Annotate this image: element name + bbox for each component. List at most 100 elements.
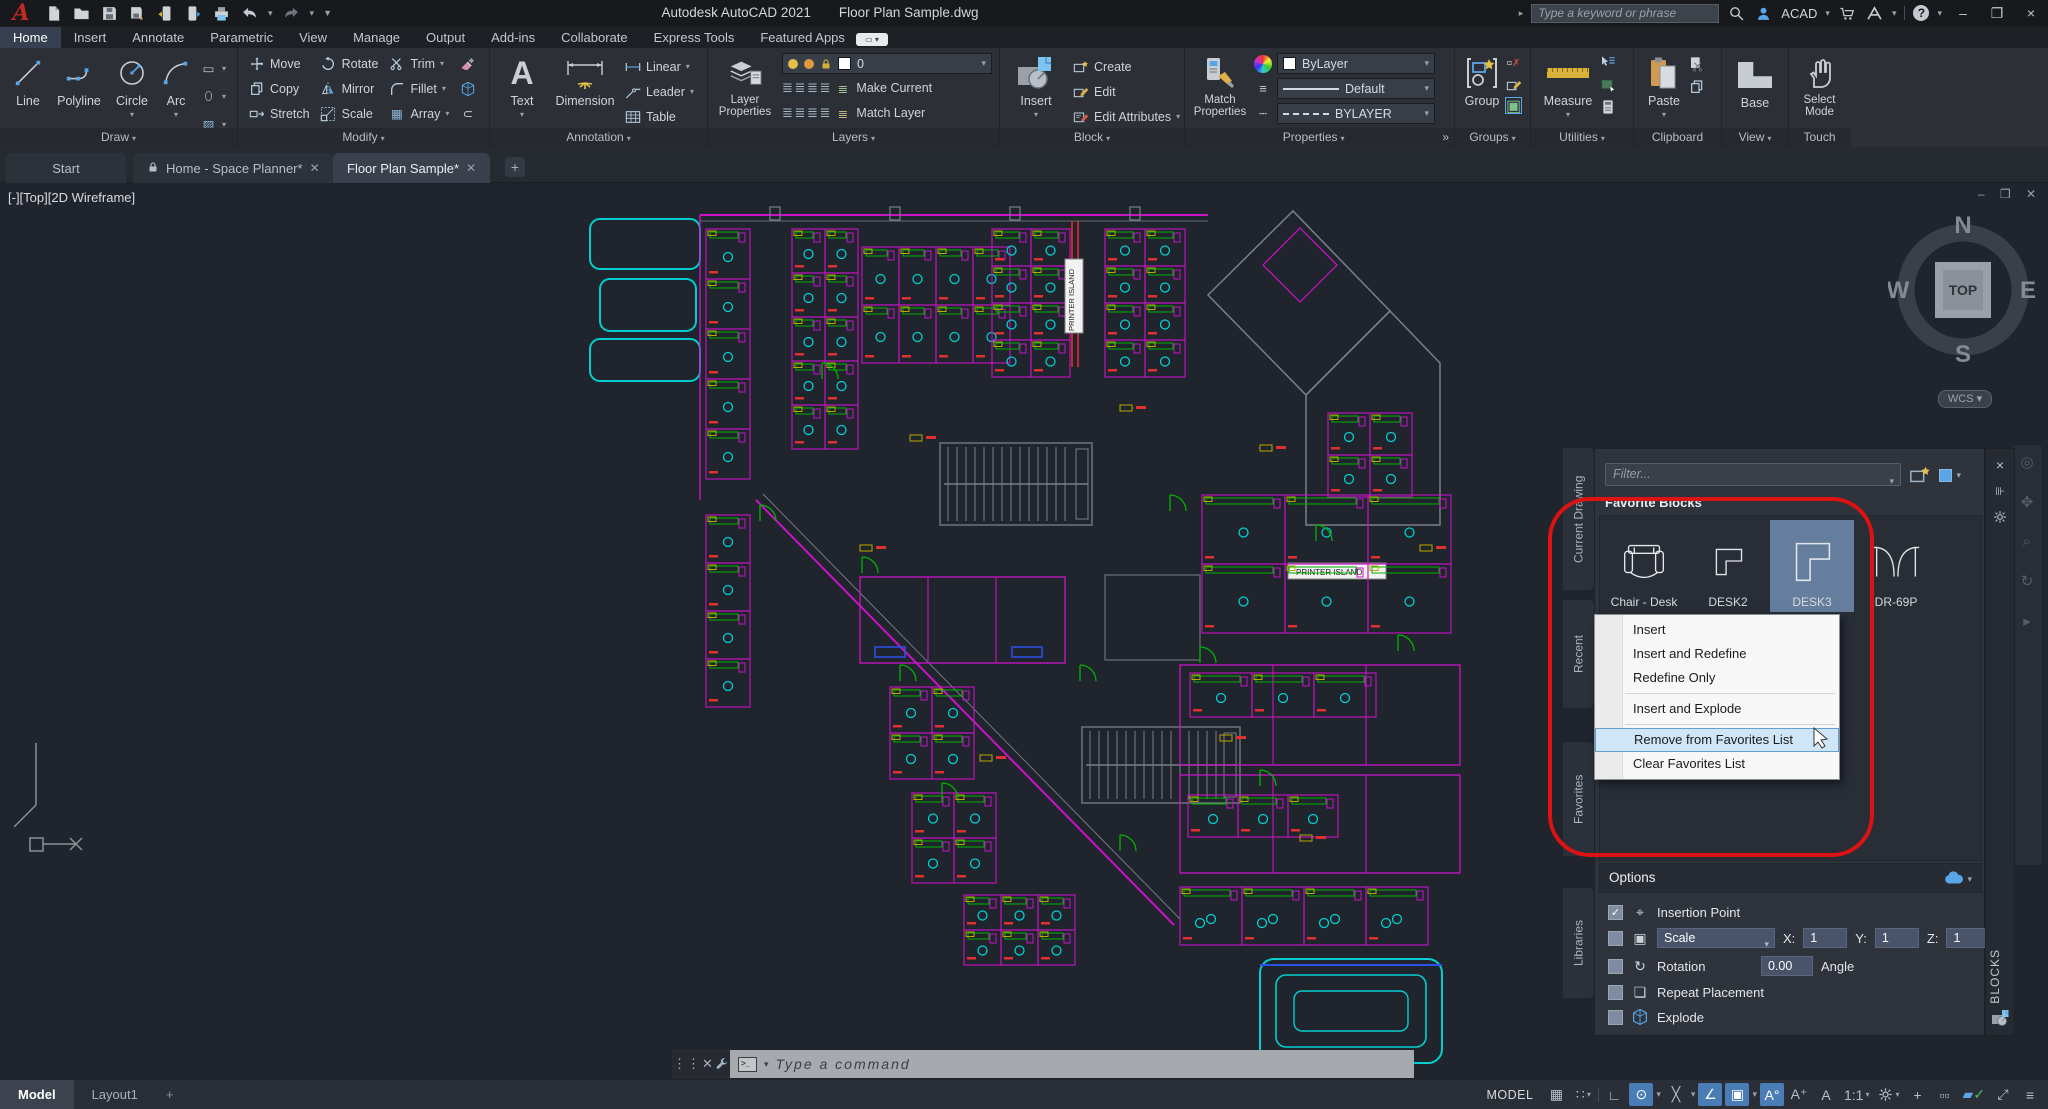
isolate-objects-icon[interactable]: ▫▫ bbox=[1932, 1083, 1956, 1106]
match-layer-button[interactable]: ≣ ≣ ≣ ≣≣Match Layer bbox=[782, 102, 992, 124]
palette-tab-libraries[interactable]: Libraries bbox=[1563, 888, 1594, 998]
viewcube[interactable]: TOP N S W E bbox=[1888, 210, 2038, 370]
panel-label-clipboard[interactable]: Clipboard bbox=[1634, 128, 1721, 147]
rectangle-tool[interactable]: ▭▾ bbox=[200, 56, 226, 81]
cloud-options-icon[interactable] bbox=[1944, 871, 1964, 885]
group-edit-icon[interactable] bbox=[1505, 76, 1522, 93]
table-tool[interactable]: Table bbox=[624, 104, 694, 129]
palette-tab-current-drawing[interactable]: Current Drawing bbox=[1563, 448, 1594, 590]
help-icon[interactable]: ? bbox=[1913, 5, 1929, 21]
block-tile-chair-desk[interactable]: Chair - Desk bbox=[1602, 520, 1686, 612]
annotation-monitor-icon[interactable]: + bbox=[1905, 1083, 1929, 1106]
layer-properties-button[interactable]: Layer Properties bbox=[714, 50, 776, 124]
scale-z-input[interactable]: 1 bbox=[1946, 928, 1990, 948]
new-layout-button[interactable]: + bbox=[156, 1087, 184, 1102]
panel-label-draw[interactable]: Draw▾ bbox=[0, 128, 237, 147]
layout1-tab[interactable]: Layout1 bbox=[74, 1080, 156, 1109]
osnap-dropdown[interactable]: ▾ bbox=[1752, 1089, 1757, 1100]
isometric-drafting-icon[interactable]: ╳ bbox=[1664, 1083, 1688, 1106]
auto-hide-icon[interactable]: ⊪ bbox=[1995, 485, 2005, 498]
annotation-visibility-icon[interactable]: A° bbox=[1760, 1083, 1784, 1106]
tab-featured-apps[interactable]: Featured Apps bbox=[747, 27, 858, 48]
group-select-toggle-icon[interactable]: ▣ bbox=[1505, 97, 1522, 114]
panel-label-utilities[interactable]: Utilities▾ bbox=[1531, 128, 1633, 147]
lineweight-dropdown[interactable]: Default▾ bbox=[1277, 78, 1435, 99]
rotate-tool[interactable]: Rotate bbox=[320, 51, 379, 76]
autoscale-annotation-icon[interactable]: A⁺ bbox=[1787, 1083, 1811, 1106]
layer-dropdown[interactable]: 0 ▾ bbox=[782, 53, 992, 74]
block-tile-desk3[interactable]: DESK3 bbox=[1770, 520, 1854, 612]
clean-screen-icon[interactable]: ⤢ bbox=[1991, 1083, 2015, 1106]
model-tab[interactable]: Model bbox=[0, 1080, 74, 1109]
ungroup-icon[interactable]: ▫✗ bbox=[1505, 55, 1522, 72]
cut-icon[interactable] bbox=[1688, 55, 1705, 72]
tab-collaborate[interactable]: Collaborate bbox=[548, 27, 641, 48]
command-close-icon[interactable]: ✕ bbox=[702, 1056, 713, 1072]
panel-label-groups[interactable]: Groups▾ bbox=[1455, 128, 1530, 147]
offset-tool[interactable]: ⊂ bbox=[459, 101, 476, 126]
trim-tool[interactable]: Trim▾ bbox=[388, 51, 449, 76]
polar-dropdown[interactable]: ▾ bbox=[1656, 1089, 1661, 1100]
match-properties-button[interactable]: Match Properties bbox=[1191, 50, 1249, 124]
command-input[interactable]: Type a command bbox=[776, 1056, 911, 1072]
wcs-dropdown[interactable]: WCS ▾ bbox=[1938, 390, 1992, 408]
showmotion-icon[interactable]: ▸ bbox=[2023, 612, 2031, 630]
tab-annotate[interactable]: Annotate bbox=[119, 27, 197, 48]
object-snap-icon[interactable]: ▣ bbox=[1725, 1083, 1749, 1106]
insert-block-dialog-icon[interactable] bbox=[1909, 464, 1931, 486]
tab-express-tools[interactable]: Express Tools bbox=[641, 27, 748, 48]
customization-menu-icon[interactable]: ≡ bbox=[2018, 1083, 2042, 1106]
measure-button[interactable]: Measure▾ bbox=[1537, 50, 1599, 119]
select-mode-button[interactable]: SelectMode bbox=[1791, 50, 1849, 118]
explode-tool[interactable] bbox=[459, 76, 476, 101]
restore-button[interactable]: ❐ bbox=[1984, 0, 2010, 26]
panel-label-block[interactable]: Block▾ bbox=[1000, 128, 1184, 147]
paste-button[interactable]: Paste▾ bbox=[1640, 50, 1688, 119]
graphics-performance-icon[interactable]: ▰✓ bbox=[1959, 1083, 1988, 1106]
blocks-filter-input[interactable]: Filter...▾ bbox=[1605, 463, 1901, 486]
command-prompt-icon[interactable]: >_ bbox=[738, 1057, 757, 1072]
arc-tool[interactable]: Arc▾ bbox=[156, 50, 196, 137]
polar-tracking-icon[interactable]: ⊙ bbox=[1629, 1083, 1653, 1106]
leader-tool[interactable]: Leader▾ bbox=[624, 79, 694, 104]
annotation-scale-value[interactable]: 1:1▾ bbox=[1841, 1083, 1872, 1106]
repeat-placement-checkbox[interactable] bbox=[1608, 985, 1623, 1000]
stretch-tool[interactable]: Stretch bbox=[248, 101, 310, 126]
tab-manage[interactable]: Manage bbox=[340, 27, 413, 48]
account-name[interactable]: ACAD bbox=[1781, 6, 1817, 21]
search-icon[interactable] bbox=[1727, 4, 1746, 23]
linetype-dropdown[interactable]: BYLAYER▾ bbox=[1277, 103, 1435, 124]
line-tool[interactable]: Line bbox=[6, 50, 50, 137]
menu-item-insert-and-explode[interactable]: Insert and Explode bbox=[1595, 697, 1839, 721]
close-button[interactable]: × bbox=[2018, 0, 2044, 26]
tab-output[interactable]: Output bbox=[413, 27, 478, 48]
ellipse-tool[interactable]: ⬯▾ bbox=[200, 84, 226, 109]
circle-tool[interactable]: Circle▾ bbox=[108, 50, 156, 137]
menu-item-insert[interactable]: Insert bbox=[1595, 618, 1839, 642]
base-view-button[interactable]: Base bbox=[1727, 52, 1783, 110]
edit-attributes-button[interactable]: Edit Attributes▾ bbox=[1072, 104, 1180, 129]
menu-item-redefine-only[interactable]: Redefine Only bbox=[1595, 666, 1839, 690]
command-grip[interactable]: ⋮⋮ ✕ bbox=[672, 1049, 730, 1079]
tab-home[interactable]: Home bbox=[0, 27, 61, 48]
insert-block-button[interactable]: Insert▾ bbox=[1008, 50, 1064, 129]
keyword-search-input[interactable]: Type a keyword or phrase bbox=[1531, 4, 1719, 23]
help-dropdown[interactable]: ▾ bbox=[1937, 8, 1942, 19]
floor-plan-drawing[interactable]: PRINTER ISLANDPRINTER ISLAND bbox=[560, 195, 1520, 1075]
ribbon-display-toggle[interactable]: ▭ ▾ bbox=[856, 33, 888, 46]
mirror-tool[interactable]: Mirror bbox=[320, 76, 379, 101]
array-tool[interactable]: ▦Array▾ bbox=[388, 101, 449, 126]
scale-tool[interactable]: Scale bbox=[320, 101, 379, 126]
command-line[interactable]: >_ ▾ Type a command bbox=[730, 1050, 1414, 1078]
account-dropdown[interactable]: ▾ bbox=[1825, 8, 1830, 19]
close-tab-icon[interactable]: ✕ bbox=[466, 161, 476, 175]
iso-dropdown[interactable]: ▾ bbox=[1691, 1089, 1696, 1100]
scale-x-input[interactable]: 1 bbox=[1803, 928, 1847, 948]
menu-item-insert-and-redefine[interactable]: Insert and Redefine bbox=[1595, 642, 1839, 666]
panel-label-properties[interactable]: Properties▾» bbox=[1185, 128, 1454, 147]
viewport-controls-label[interactable]: [-][Top][2D Wireframe] bbox=[8, 190, 135, 205]
navigation-bar[interactable]: ◎ ✥ ⌕ ↻ ▸ bbox=[2012, 445, 2042, 865]
block-tile-desk2[interactable]: DESK2 bbox=[1686, 520, 1770, 612]
tab-insert[interactable]: Insert bbox=[61, 27, 120, 48]
copy-tool[interactable]: Copy bbox=[248, 76, 310, 101]
